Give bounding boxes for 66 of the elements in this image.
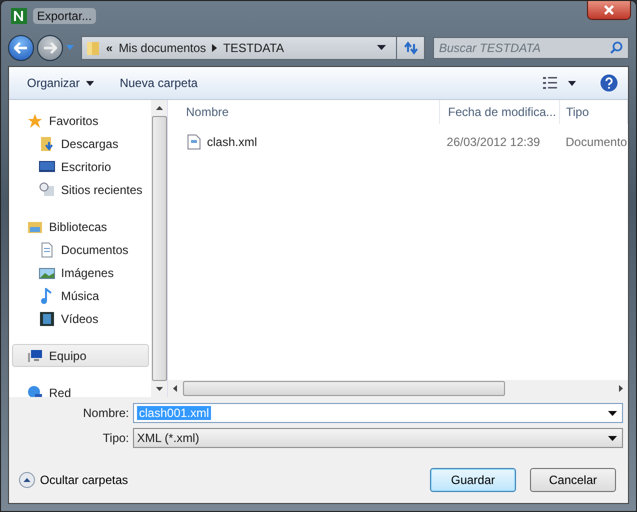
doc-icon: [39, 242, 55, 258]
dropdown-arrow-icon[interactable]: [377, 45, 386, 50]
sidebar-item[interactable]: Equipo: [12, 344, 149, 367]
folder-icon: [86, 40, 100, 56]
field-label: Tipo:: [102, 431, 129, 445]
save-button[interactable]: Guardar: [430, 468, 516, 492]
dropdown-arrow-icon: [608, 436, 617, 440]
download-icon: [39, 136, 55, 152]
file-name[interactable]: clash.xml: [207, 135, 258, 149]
star-icon: [27, 112, 43, 128]
dropdown-arrow-icon[interactable]: [608, 410, 617, 416]
back-button[interactable]: [8, 34, 34, 60]
network-icon: [27, 384, 43, 397]
caret-icon: [86, 80, 94, 86]
sidebar-item[interactable]: Bibliotecas: [12, 215, 149, 238]
sidebar-item[interactable]: Favoritos: [12, 109, 149, 132]
column-header[interactable]: Nombre: [168, 100, 440, 124]
window-title: Exportar...: [33, 8, 96, 24]
close-button[interactable]: [587, 1, 631, 20]
table-cell-text: 26/03/2012 12:39: [446, 135, 542, 149]
sidebar-item[interactable]: Red: [12, 381, 149, 397]
computer-icon: [27, 348, 43, 364]
help-icon[interactable]: [600, 74, 618, 92]
scroll-up-icon[interactable]: [156, 106, 162, 110]
column-header[interactable]: Fecha de modifica...: [440, 100, 560, 124]
chevron-icon[interactable]: [212, 44, 218, 52]
cancel-button[interactable]: Cancelar: [530, 468, 616, 492]
video-icon: [39, 310, 55, 326]
field-label: Nombre:: [82, 406, 129, 420]
sidebar-item[interactable]: Vídeos: [12, 307, 149, 330]
breadcrumb[interactable]: Mis documentos: [118, 40, 206, 54]
recent-icon: [39, 182, 55, 198]
sidebar-item[interactable]: Sitios recientes: [12, 178, 149, 201]
search-field[interactable]: Buscar TESTDATA: [433, 36, 629, 58]
sidebar-item[interactable]: Documentos: [12, 238, 149, 261]
vertical-scrollbar[interactable]: [151, 100, 167, 397]
breadcrumb[interactable]: TESTDATA: [223, 40, 284, 54]
close-icon: [603, 5, 615, 15]
column-header[interactable]: Tipo: [560, 100, 628, 124]
refresh-icon[interactable]: [403, 40, 419, 54]
sidebar-item[interactable]: Descargas: [12, 132, 149, 155]
scroll-down-icon[interactable]: [156, 387, 162, 391]
scroll-right-icon[interactable]: [619, 385, 623, 392]
search-icon[interactable]: [610, 41, 623, 54]
hide-folders-button[interactable]: Ocultar carpetas: [19, 472, 128, 488]
arrow-right-icon: [43, 42, 57, 54]
breadcrumb-overflow[interactable]: «: [106, 40, 113, 54]
view-list-icon[interactable]: [542, 76, 558, 90]
app-icon: [11, 8, 27, 24]
organize-button[interactable]: Organizar: [17, 73, 104, 93]
desktop-icon: [39, 158, 55, 174]
search-input[interactable]: Buscar TESTDATA: [439, 40, 610, 54]
sidebar-item[interactable]: Música: [12, 284, 149, 307]
dropdown-arrow-icon[interactable]: [568, 80, 576, 86]
horizontal-scrollbar[interactable]: [168, 380, 628, 397]
new-folder-button[interactable]: Nueva carpeta: [110, 73, 208, 93]
table-cell-text: Documento: [564, 135, 627, 149]
sidebar-item[interactable]: Escritorio: [12, 155, 149, 178]
sidebar-item[interactable]: Imágenes: [12, 261, 149, 284]
forward-button[interactable]: [37, 34, 63, 60]
address-bar[interactable]: « Mis documentos TESTDATA: [81, 36, 425, 60]
collapse-icon: [19, 472, 35, 488]
scroll-left-icon[interactable]: [173, 385, 177, 392]
xml-file-icon: [187, 134, 201, 150]
arrow-left-icon: [14, 42, 28, 54]
file-type-dropdown[interactable]: XML (*.xml): [133, 428, 623, 448]
